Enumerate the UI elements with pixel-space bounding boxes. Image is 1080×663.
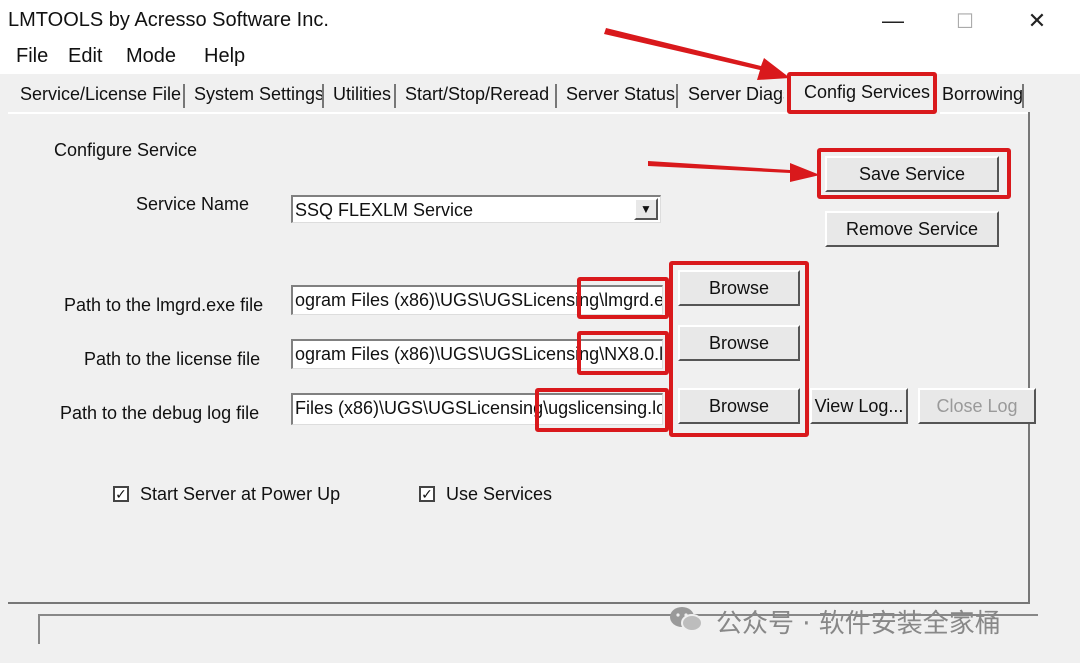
arrow-to-save-service: [648, 161, 820, 182]
watermark-text: 公众号 · 软件安装全家桶: [716, 609, 1001, 639]
annotation-arrows: [604, 28, 820, 182]
arrow-to-config-services: [604, 28, 790, 80]
wechat-logo-icon: [668, 604, 704, 636]
